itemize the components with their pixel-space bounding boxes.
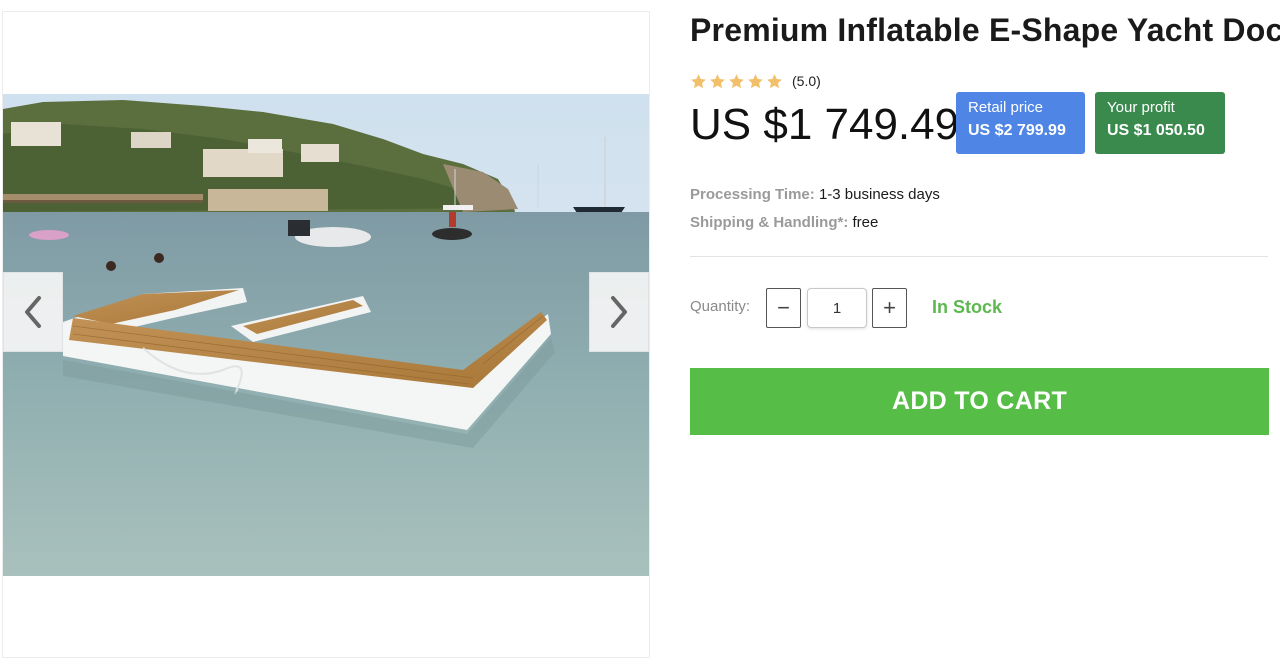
star-icon bbox=[748, 73, 763, 88]
shipping-handling: Shipping & Handling*: free bbox=[690, 214, 878, 231]
retail-price-label: Retail price bbox=[968, 99, 1044, 116]
quantity-label: Quantity: bbox=[690, 298, 751, 315]
star-rating bbox=[690, 73, 783, 90]
stock-status: In Stock bbox=[932, 297, 1003, 317]
star-icon bbox=[767, 73, 782, 88]
star-icon bbox=[691, 73, 706, 88]
chevron-left-icon bbox=[25, 296, 41, 328]
shipping-value: free bbox=[852, 214, 879, 231]
rating-score: (5.0) bbox=[792, 73, 821, 89]
processing-time: Processing Time: 1-3 business days bbox=[690, 186, 940, 203]
gallery-prev-button[interactable] bbox=[3, 272, 63, 352]
product-photo bbox=[3, 94, 649, 576]
processing-time-value: 1-3 business days bbox=[818, 186, 940, 203]
gallery-next-button[interactable] bbox=[589, 272, 649, 352]
section-divider bbox=[690, 256, 1268, 257]
retail-price-badge: Retail price US $2 799.99 bbox=[956, 92, 1085, 154]
shipping-label: Shipping & Handling*: bbox=[690, 214, 849, 231]
product-title: Premium Inflatable E-Shape Yacht Dock bbox=[690, 12, 1280, 48]
add-to-cart-button[interactable]: ADD TO CART bbox=[690, 368, 1269, 435]
star-icon bbox=[710, 73, 725, 88]
processing-time-label: Processing Time: bbox=[690, 186, 815, 203]
chevron-right-icon bbox=[611, 296, 627, 328]
quantity-increase-button[interactable]: + bbox=[872, 288, 907, 328]
product-price: US $1 749.49 bbox=[690, 100, 960, 149]
product-gallery bbox=[2, 11, 650, 658]
quantity-decrease-button[interactable]: − bbox=[766, 288, 801, 328]
product-rating[interactable]: (5.0) bbox=[690, 71, 821, 91]
quantity-input[interactable] bbox=[807, 288, 867, 328]
retail-price-value: US $2 799.99 bbox=[968, 122, 1066, 139]
profit-badge: Your profit US $1 050.50 bbox=[1095, 92, 1225, 154]
profit-label: Your profit bbox=[1107, 99, 1175, 116]
star-icon bbox=[729, 73, 744, 88]
profit-value: US $1 050.50 bbox=[1107, 122, 1205, 139]
